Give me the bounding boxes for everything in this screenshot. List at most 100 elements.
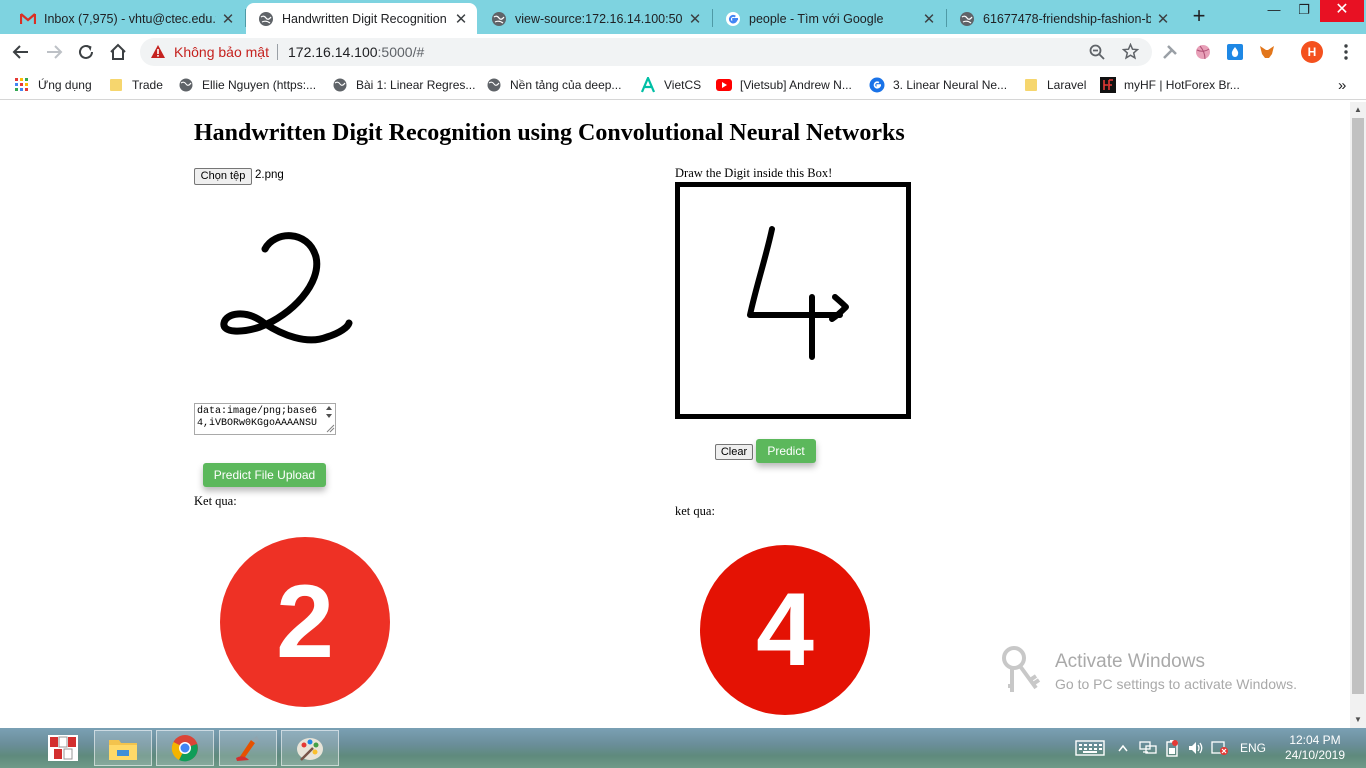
predict-button[interactable]: Predict bbox=[756, 439, 816, 463]
selected-file-name: 2.png bbox=[255, 169, 284, 181]
result-label-right: ket qua: bbox=[675, 504, 715, 518]
tab-title: view-source:172.16.14.100:5000/ bbox=[515, 11, 683, 26]
key-watermark-icon bbox=[1002, 646, 1041, 692]
scroll-thumb[interactable] bbox=[1352, 118, 1364, 694]
back-button[interactable] bbox=[9, 40, 33, 64]
clock-time: 12:04 PM bbox=[1289, 733, 1341, 747]
textarea-scroll-arrows-icon[interactable] bbox=[323, 404, 335, 434]
security-status[interactable]: Không bảo mật bbox=[174, 44, 269, 60]
volume-icon[interactable] bbox=[1186, 738, 1206, 758]
choose-file-button[interactable]: Chọn tệp bbox=[194, 168, 252, 185]
globe-icon bbox=[178, 77, 194, 93]
tab-view-source[interactable]: view-source:172.16.14.100:5000/ ✕ bbox=[479, 3, 711, 34]
home-button[interactable] bbox=[106, 40, 130, 64]
base64-textarea[interactable]: data:image/png;base64,iVBORw0KGgoAAAANSU bbox=[194, 403, 336, 435]
ccleaner-icon bbox=[236, 736, 259, 761]
tab-digit-recognition[interactable]: Handwritten Digit Recognition using CNN … bbox=[246, 3, 477, 34]
bookmark-deep-learning[interactable]: Nền tảng của deep... bbox=[486, 76, 621, 94]
water-drop-extension-icon[interactable] bbox=[1225, 42, 1245, 62]
tab-friendship-image[interactable]: 61677478-friendship-fashion-bo ✕ bbox=[947, 3, 1179, 34]
paint-taskbar-button[interactable] bbox=[281, 730, 339, 766]
bookmark-laravel[interactable]: Laravel bbox=[1023, 76, 1086, 94]
result-digit-canvas: 4 bbox=[756, 571, 814, 688]
tab-title: 61677478-friendship-fashion-bo bbox=[983, 11, 1151, 26]
paint-icon bbox=[297, 738, 323, 761]
tab-close-icon[interactable]: ✕ bbox=[1155, 10, 1171, 28]
bookmarks-overflow-button[interactable]: » bbox=[1338, 76, 1346, 94]
scroll-down-arrow-icon[interactable]: ▼ bbox=[1350, 712, 1366, 728]
bookmark-label: VietCS bbox=[664, 78, 702, 92]
chrome-icon bbox=[171, 735, 198, 762]
bookmark-hotforex[interactable]: myHF | HotForex Br... bbox=[1100, 76, 1240, 94]
url-text[interactable]: 172.16.14.100:5000/# bbox=[288, 44, 424, 60]
browser-toolbar: Không bảo mật 172.16.14.100:5000/# H bbox=[0, 34, 1366, 70]
metamask-extension-icon[interactable] bbox=[1257, 42, 1277, 62]
ccleaner-taskbar-button[interactable] bbox=[219, 730, 277, 766]
bookmark-linear-regression[interactable]: Bài 1: Linear Regres... bbox=[332, 76, 475, 94]
result-circle-canvas: 4 bbox=[700, 545, 870, 715]
tab-title: Inbox (7,975) - vhtu@ctec.edu.vn bbox=[44, 11, 216, 26]
tab-title: Handwritten Digit Recognition using CNN bbox=[282, 11, 449, 26]
tab-close-icon[interactable]: ✕ bbox=[687, 10, 703, 28]
unikey-taskbar-button[interactable] bbox=[34, 730, 92, 766]
digit-four-stroke bbox=[747, 226, 849, 360]
bookmark-label: [Vietsub] Andrew N... bbox=[740, 78, 852, 92]
globe-icon bbox=[332, 77, 348, 93]
minimize-button[interactable]: — bbox=[1259, 0, 1289, 22]
touch-keyboard-icon[interactable] bbox=[1074, 738, 1106, 758]
new-tab-button[interactable]: + bbox=[1186, 4, 1212, 30]
close-window-button[interactable]: ✕ bbox=[1320, 0, 1364, 22]
forward-arrow-icon bbox=[47, 45, 63, 59]
taskbar-clock[interactable]: 12:04 PM 24/10/2019 bbox=[1284, 733, 1346, 763]
dribbble-extension-icon[interactable] bbox=[1193, 42, 1213, 62]
file-explorer-taskbar-button[interactable] bbox=[94, 730, 152, 766]
reload-button[interactable] bbox=[74, 40, 98, 64]
tab-gmail-inbox[interactable]: Inbox (7,975) - vhtu@ctec.edu.vn ✕ bbox=[8, 3, 244, 34]
tab-google-search[interactable]: people - Tìm với Google ✕ bbox=[713, 3, 945, 34]
tools-extension-icon[interactable] bbox=[1160, 42, 1180, 62]
file-explorer-icon bbox=[109, 740, 137, 760]
windows-taskbar: ENG 12:04 PM 24/10/2019 bbox=[0, 728, 1366, 768]
bookmark-trade[interactable]: Trade bbox=[108, 76, 163, 94]
page-title: Handwritten Digit Recognition using Conv… bbox=[194, 120, 905, 146]
tab-close-icon[interactable]: ✕ bbox=[453, 10, 469, 28]
bookmark-label: Ellie Nguyen (https:... bbox=[202, 78, 317, 92]
forward-button[interactable] bbox=[42, 40, 66, 64]
hf-icon bbox=[1100, 77, 1116, 93]
battery-icon[interactable] bbox=[1163, 738, 1181, 758]
result-circle-upload: 2 bbox=[220, 537, 390, 707]
bookmark-vietcs[interactable]: VietCS bbox=[640, 76, 701, 94]
drawn-digit bbox=[747, 226, 849, 360]
page-scrollbar[interactable]: ▲ ▼ bbox=[1350, 102, 1366, 728]
chrome-taskbar-button[interactable] bbox=[156, 730, 214, 766]
show-hidden-icons-icon[interactable] bbox=[1116, 738, 1130, 758]
clock-date: 24/10/2019 bbox=[1284, 748, 1346, 762]
bookmark-star-icon[interactable] bbox=[1122, 43, 1139, 60]
address-bar[interactable]: Không bảo mật 172.16.14.100:5000/# bbox=[140, 38, 1152, 66]
bookmark-label: Nền tảng của deep... bbox=[510, 78, 622, 92]
bookmark-label: myHF | HotForex Br... bbox=[1124, 78, 1240, 92]
drawing-canvas[interactable] bbox=[675, 182, 911, 419]
network-icon[interactable] bbox=[1138, 738, 1158, 758]
gmail-icon bbox=[20, 11, 36, 27]
tab-close-icon[interactable]: ✕ bbox=[921, 10, 937, 28]
globe-icon bbox=[959, 11, 975, 27]
profile-avatar[interactable]: H bbox=[1301, 41, 1323, 63]
bookmark-apps[interactable]: Ứng dụng bbox=[14, 76, 92, 94]
zoom-icon[interactable] bbox=[1089, 44, 1105, 60]
activate-windows-title: Activate Windows bbox=[1055, 651, 1205, 672]
action-center-icon[interactable] bbox=[1210, 738, 1230, 758]
tab-close-icon[interactable]: ✕ bbox=[220, 10, 236, 28]
apps-grid-icon bbox=[14, 77, 30, 93]
reload-icon bbox=[79, 44, 93, 59]
scroll-up-arrow-icon[interactable]: ▲ bbox=[1350, 102, 1366, 118]
bookmark-ellie[interactable]: Ellie Nguyen (https:... bbox=[178, 76, 316, 94]
bookmark-vietsub-andrew[interactable]: [Vietsub] Andrew N... bbox=[716, 76, 852, 94]
predict-file-upload-button[interactable]: Predict File Upload bbox=[203, 463, 326, 487]
input-language-indicator[interactable]: ENG bbox=[1236, 738, 1270, 758]
bookmark-linear-neural[interactable]: 3. Linear Neural Ne... bbox=[869, 76, 1007, 94]
clear-button[interactable]: Clear bbox=[715, 444, 753, 460]
back-arrow-icon bbox=[12, 45, 28, 59]
restore-button[interactable]: ❐ bbox=[1289, 0, 1319, 22]
menu-icon[interactable] bbox=[1336, 42, 1356, 62]
